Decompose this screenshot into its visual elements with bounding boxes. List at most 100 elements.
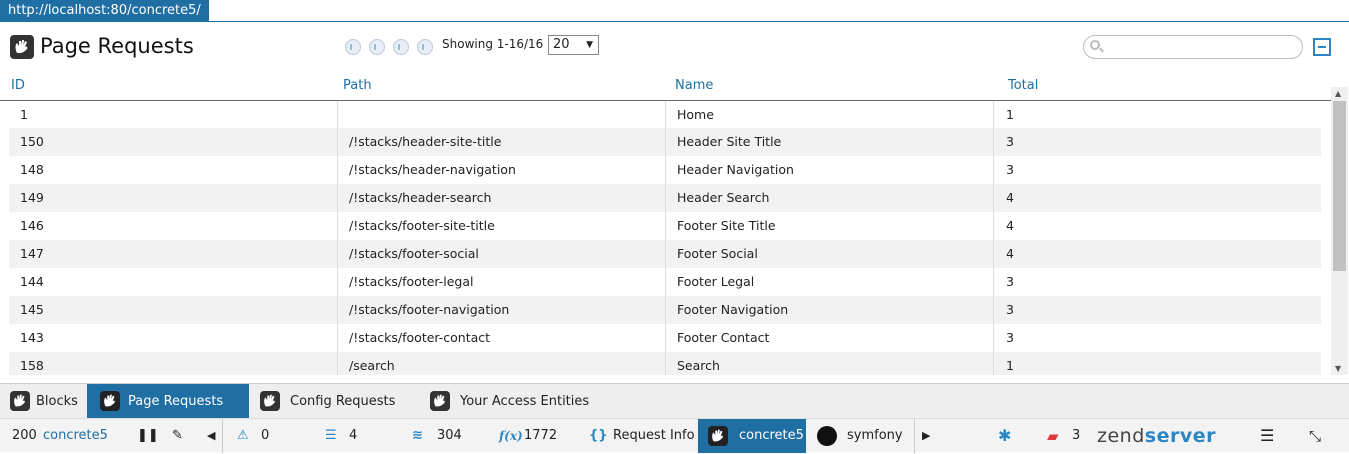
cell-path: /!stacks/header-site-title xyxy=(337,128,669,156)
column-header-name[interactable]: Name xyxy=(675,78,713,93)
message-icon: ▰ xyxy=(1047,427,1059,445)
search-icon xyxy=(1090,40,1104,54)
divider xyxy=(914,419,915,453)
cell-name: Footer Contact xyxy=(665,324,997,352)
table-row[interactable]: 150 /!stacks/header-site-title Header Si… xyxy=(9,128,1321,156)
cell-total: 4 xyxy=(993,240,1313,268)
zend-toolbar: 200 concrete5 ❚❚ ✎ ◀ ⚠ 0 ☰ 4 ≋ 304 f(x) … xyxy=(0,418,1349,453)
cell-total: 1 xyxy=(993,101,1313,129)
expand-right-icon[interactable]: ▶ xyxy=(922,419,930,453)
cell-id: 149 xyxy=(20,190,44,205)
warnings-count[interactable]: 0 xyxy=(261,419,269,453)
cell-name: Home xyxy=(665,101,997,129)
page-size-select[interactable]: 20 ▼ xyxy=(548,35,599,55)
messages-count[interactable]: 3 xyxy=(1072,419,1080,453)
table-row[interactable]: 158 /search Search 1 xyxy=(9,352,1321,375)
menu-icon[interactable]: ☰ xyxy=(1260,419,1274,453)
warning-icon: ⚠ xyxy=(237,428,249,443)
table-row[interactable]: 144 /!stacks/footer-legal Footer Legal 3 xyxy=(9,268,1321,296)
concrete5-label: concrete5 xyxy=(739,428,804,443)
cell-path: /!stacks/footer-legal xyxy=(337,268,669,296)
tab-access-entities[interactable]: Your Access Entities (1) xyxy=(420,384,610,444)
cell-path: /search xyxy=(337,352,669,375)
dropdown-arrow-icon: ▼ xyxy=(586,40,593,50)
concrete5-panel-button[interactable]: concrete5 xyxy=(698,419,806,453)
concrete5-logo-icon xyxy=(10,35,34,59)
table-row[interactable]: 147 /!stacks/footer-social Footer Social… xyxy=(9,240,1321,268)
table-row[interactable]: 145 /!stacks/footer-navigation Footer Na… xyxy=(9,296,1321,324)
functions-count[interactable]: 1772 xyxy=(524,419,557,453)
collapse-left-icon[interactable]: ◀ xyxy=(207,419,215,453)
first-page-icon[interactable] xyxy=(345,39,361,55)
cell-id: 148 xyxy=(20,162,44,177)
tab-blocks[interactable]: Blocks xyxy=(0,384,87,419)
table-body: 1 Home 1 150 /!stacks/header-site-title … xyxy=(0,101,1331,375)
cell-path xyxy=(337,101,669,129)
pause-icon[interactable]: ❚❚ xyxy=(137,419,159,453)
cell-path: /!stacks/footer-navigation xyxy=(337,296,669,324)
table-row[interactable]: 149 /!stacks/header-search Header Search… xyxy=(9,184,1321,212)
cell-id: 143 xyxy=(20,330,44,345)
collapse-button[interactable] xyxy=(1313,38,1331,56)
app-link[interactable]: concrete5 xyxy=(43,419,108,453)
concrete5-logo-icon xyxy=(260,391,280,411)
brand-sub: server xyxy=(1144,425,1216,447)
url-bar: http://localhost:80/concrete5/ xyxy=(0,0,1349,22)
cell-total: 3 xyxy=(993,128,1313,156)
cell-path: /!stacks/footer-contact xyxy=(337,324,669,352)
panel-header: Page Requests Showing 1-16/16 20 ▼ xyxy=(0,22,1349,72)
function-icon: f(x) xyxy=(499,429,523,443)
tab-page-requests[interactable]: Page Requests (16) xyxy=(87,384,249,444)
url-label[interactable]: http://localhost:80/concrete5/ xyxy=(0,0,209,21)
status-code: 200 xyxy=(12,428,37,443)
table-row[interactable]: 143 /!stacks/footer-contact Footer Conta… xyxy=(9,324,1321,352)
column-header-id[interactable]: ID xyxy=(11,78,25,93)
database-icon: ≋ xyxy=(412,428,423,443)
cell-path: /!stacks/footer-site-title xyxy=(337,212,669,240)
tab-label: Blocks xyxy=(36,394,78,409)
table-row[interactable]: 148 /!stacks/header-navigation Header Na… xyxy=(9,156,1321,184)
symfony-link[interactable]: symfony xyxy=(847,419,903,453)
cell-id: 145 xyxy=(20,302,44,317)
cell-name: Header Navigation xyxy=(665,156,997,184)
showing-count: Showing 1-16/16 xyxy=(442,37,544,51)
panel-tabs: Blocks Page Requests (16) Config Request… xyxy=(0,383,1349,444)
table-row[interactable]: 1 Home 1 xyxy=(9,101,1321,129)
cell-total: 3 xyxy=(993,324,1313,352)
cell-id: 158 xyxy=(20,358,44,373)
column-header-path[interactable]: Path xyxy=(343,78,372,93)
compress-icon[interactable]: ⤡ xyxy=(1309,419,1321,453)
scroll-up-icon[interactable]: ▲ xyxy=(1335,89,1341,98)
cell-total: 1 xyxy=(993,352,1313,375)
scroll-down-icon[interactable]: ▼ xyxy=(1335,364,1341,373)
next-page-icon[interactable] xyxy=(393,39,409,55)
cell-total: 3 xyxy=(993,156,1313,184)
eraser-icon[interactable]: ✎ xyxy=(172,419,183,453)
divider xyxy=(222,419,223,453)
cell-id: 146 xyxy=(20,218,44,233)
column-header-total[interactable]: Total xyxy=(1008,78,1038,93)
cell-total: 4 xyxy=(993,184,1313,212)
logs-count[interactable]: 4 xyxy=(349,419,357,453)
queries-count[interactable]: 304 xyxy=(437,419,462,453)
search-input[interactable] xyxy=(1083,35,1303,59)
table-row[interactable]: 146 /!stacks/footer-site-title Footer Si… xyxy=(9,212,1321,240)
cell-path: /!stacks/footer-social xyxy=(337,240,669,268)
concrete5-logo-icon xyxy=(10,391,30,411)
cell-total: 3 xyxy=(993,268,1313,296)
tab-config-requests[interactable]: Config Requests (48) xyxy=(250,384,420,444)
page-size-value: 20 xyxy=(553,37,570,52)
vertical-scrollbar[interactable]: ▲ ▼ xyxy=(1331,87,1348,375)
concrete5-logo-icon xyxy=(430,391,450,411)
request-info-link[interactable]: Request Info xyxy=(613,419,695,453)
table-header: ID Path Name Total xyxy=(0,72,1331,101)
cell-name: Footer Navigation xyxy=(665,296,997,324)
scroll-thumb[interactable] xyxy=(1333,101,1346,271)
last-page-icon[interactable] xyxy=(417,39,433,55)
cell-name: Header Site Title xyxy=(665,128,997,156)
bug-icon[interactable]: ✱ xyxy=(998,419,1011,453)
cell-id: 144 xyxy=(20,274,44,289)
brand-main: zend xyxy=(1097,425,1145,447)
cell-name: Header Search xyxy=(665,184,997,212)
prev-page-icon[interactable] xyxy=(369,39,385,55)
